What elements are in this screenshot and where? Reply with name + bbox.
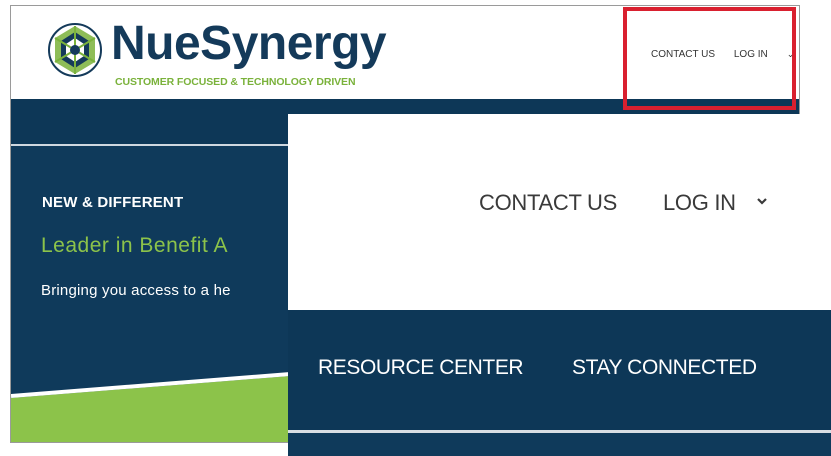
site-logo[interactable]: NueSynergy CUSTOMER FOCUSED & TECHNOLOGY… xyxy=(47,17,387,92)
hero-title: Leader in Benefit A xyxy=(41,234,228,257)
main-nav-zoomed: RESOURCE CENTER STAY CONNECTED xyxy=(288,310,831,430)
highlight-box xyxy=(623,7,796,110)
nav-item-resource-center[interactable]: RESOURCE CENTER xyxy=(318,356,524,380)
zoomed-header: CONTACT US LOG IN xyxy=(288,114,831,310)
hero-section-zoomed xyxy=(288,433,831,456)
nav-item-stay-connected[interactable]: STAY CONNECTED xyxy=(572,356,757,380)
geometric-sphere-logo-icon xyxy=(48,23,102,77)
zoomed-inset: CONTACT US LOG IN RESOURCE CENTER STAY C… xyxy=(288,114,831,456)
chevron-down-icon xyxy=(757,198,767,205)
hero-kicker: NEW & DIFFERENT xyxy=(42,194,184,211)
brand-tagline: CUSTOMER FOCUSED & TECHNOLOGY DRIVEN xyxy=(115,76,356,88)
contact-us-link-zoomed[interactable]: CONTACT US xyxy=(479,190,617,216)
brand-name: NueSynergy xyxy=(111,17,387,70)
hero-subtitle: Bringing you access to a he xyxy=(41,282,231,299)
login-menu-zoomed[interactable]: LOG IN xyxy=(663,190,736,216)
